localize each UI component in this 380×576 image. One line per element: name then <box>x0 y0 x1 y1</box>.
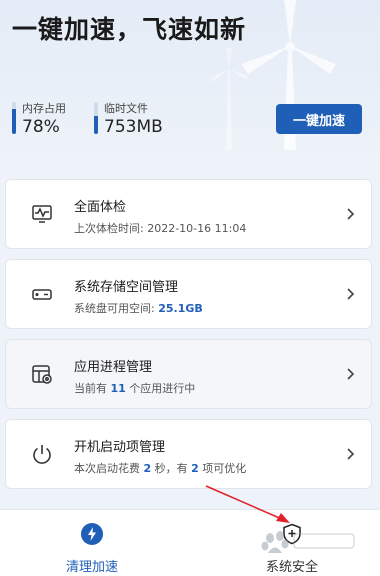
card-title: 开机启动项管理 <box>74 440 166 455</box>
temp-files-bar <box>94 102 98 134</box>
monitor-pulse-icon <box>32 205 52 223</box>
nav-clean-accelerate[interactable]: 清理加速 <box>32 510 152 576</box>
watermark-logo <box>261 531 355 553</box>
hero-banner: 一键加速，飞速如新 内存占用 78% 临时文件 753MB 一键加速 <box>0 0 380 160</box>
one-click-accelerate-button[interactable]: 一键加速 <box>276 104 362 134</box>
card-startup-management[interactable]: 开机启动项管理 本次启动花费 2 秒，有 2 项可优化 <box>5 419 372 489</box>
card-subtitle: 上次体检时间: 2022-10-16 11:04 <box>74 222 247 235</box>
free-space-value: 25.1GB <box>158 302 203 315</box>
app-process-icon <box>32 365 52 384</box>
page-title: 一键加速，飞速如新 <box>12 15 247 44</box>
card-app-process-management[interactable]: 应用进程管理 当前有 11 个应用进行中 <box>5 339 372 409</box>
power-icon <box>33 445 51 464</box>
memory-usage-value: 78% <box>22 117 60 137</box>
card-title: 全面体检 <box>74 200 127 215</box>
chevron-right-icon <box>347 288 355 300</box>
card-subtitle: 系统盘可用空间: 25.1GB <box>74 302 203 315</box>
chevron-right-icon <box>347 208 355 220</box>
lightning-icon <box>81 523 103 545</box>
chevron-right-icon <box>347 368 355 380</box>
memory-usage-bar <box>12 102 16 134</box>
memory-usage-label: 内存占用 <box>22 102 66 115</box>
chevron-right-icon <box>347 448 355 460</box>
card-title: 系统存储空间管理 <box>74 280 179 295</box>
nav-security-label: 系统安全 <box>265 560 318 575</box>
running-apps-count: 11 <box>110 382 126 395</box>
card-subtitle: 本次启动花费 2 秒，有 2 项可优化 <box>74 462 247 475</box>
card-storage-management[interactable]: 系统存储空间管理 系统盘可用空间: 25.1GB <box>5 259 372 329</box>
nav-clean-label: 清理加速 <box>65 560 118 575</box>
startup-seconds-value: 2 <box>143 462 152 475</box>
card-full-checkup[interactable]: 全面体检 上次体检时间: 2022-10-16 11:04 <box>5 179 372 249</box>
drive-icon <box>32 289 52 300</box>
temp-files-label: 临时文件 <box>104 102 148 115</box>
temp-files-value: 753MB <box>104 117 163 137</box>
annotation-arrow <box>205 485 290 523</box>
card-subtitle: 当前有 11 个应用进行中 <box>74 382 196 395</box>
optimizable-items-count: 2 <box>191 462 199 475</box>
card-title: 应用进程管理 <box>74 360 153 375</box>
